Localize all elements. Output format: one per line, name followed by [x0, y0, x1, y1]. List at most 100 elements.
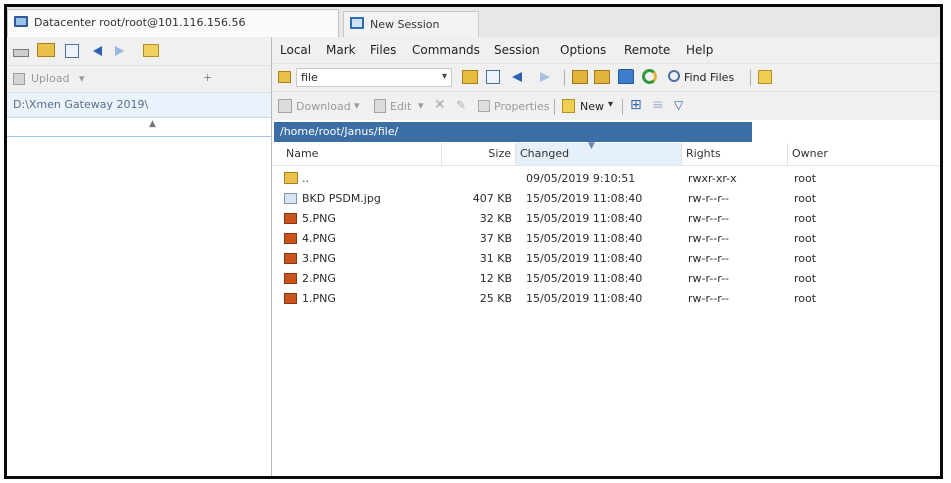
- new-button[interactable]: New: [580, 100, 604, 113]
- forward-arrow-icon[interactable]: [115, 46, 124, 56]
- main-menu-bar: Local Mark Files Commands Session Option…: [272, 37, 940, 63]
- download-icon: [278, 99, 292, 113]
- download-dropdown-icon[interactable]: ▾: [354, 99, 360, 112]
- remote-toolbar: file ▾ Find Files: [272, 63, 940, 92]
- menu-commands[interactable]: Commands: [412, 43, 480, 57]
- remote-path: /home/root/Janus/file/: [280, 125, 399, 138]
- menu-files[interactable]: Files: [370, 43, 396, 57]
- select-files-icon[interactable]: ⊞: [630, 97, 642, 113]
- file-changed: 15/05/2019 11:08:40: [526, 252, 643, 265]
- toolbar-separator: [554, 99, 555, 115]
- local-action-bar: Upload ▾ +: [7, 66, 271, 93]
- png-file-icon: [284, 213, 297, 224]
- open-directory-icon[interactable]: [462, 70, 478, 84]
- remote-folder-icon: [278, 71, 291, 83]
- file-rights: rwxr-xr-x: [688, 172, 737, 185]
- file-owner: root: [794, 232, 817, 245]
- remote-filter-icon[interactable]: [486, 70, 500, 84]
- home-icon[interactable]: [618, 69, 634, 84]
- delete-icon[interactable]: ✕: [434, 97, 446, 113]
- upload-button[interactable]: Upload: [31, 72, 70, 85]
- local-toolbar: [7, 37, 271, 66]
- column-owner[interactable]: Owner: [788, 143, 940, 165]
- menu-help[interactable]: Help: [686, 43, 713, 57]
- unselect-files-icon[interactable]: ≡: [652, 97, 664, 113]
- file-owner: root: [794, 192, 817, 205]
- file-changed: 15/05/2019 11:08:40: [526, 212, 643, 225]
- remote-back-icon[interactable]: [512, 72, 522, 82]
- drive-icon[interactable]: [13, 49, 29, 57]
- column-changed[interactable]: Changed ▼: [516, 141, 682, 165]
- download-button[interactable]: Download: [296, 100, 351, 113]
- open-folder-icon[interactable]: [37, 43, 55, 57]
- edit-button[interactable]: Edit: [390, 100, 411, 113]
- file-owner: root: [794, 272, 817, 285]
- menu-remote[interactable]: Remote: [624, 43, 670, 57]
- upload-dropdown-icon[interactable]: ▾: [79, 72, 85, 85]
- parent-folder-icon: [284, 172, 298, 184]
- parent-directory-icon[interactable]: [572, 70, 588, 84]
- back-arrow-icon[interactable]: [93, 46, 102, 56]
- new-session-label: New Session: [370, 18, 440, 31]
- file-row[interactable]: 5.PNG 32 KB 15/05/2019 11:08:40 rw-r--r-…: [272, 209, 940, 229]
- column-name[interactable]: Name: [282, 143, 442, 165]
- file-size: 12 KB: [479, 272, 512, 285]
- file-size: 407 KB: [472, 192, 512, 205]
- menu-mark[interactable]: Mark: [326, 43, 356, 57]
- file-name: 1.PNG: [302, 292, 336, 305]
- local-path-bar: D:\Xmen Gateway 2019\: [7, 93, 271, 118]
- file-row[interactable]: 2.PNG 12 KB 15/05/2019 11:08:40 rw-r--r-…: [272, 269, 940, 289]
- remote-forward-icon[interactable]: [540, 72, 550, 82]
- toolbar-separator: [750, 70, 751, 86]
- new-session-icon: [350, 17, 364, 29]
- file-size: 25 KB: [479, 292, 512, 305]
- column-size-label: Size: [488, 147, 511, 160]
- file-row-parent[interactable]: .. 09/05/2019 9:10:51 rwxr-xr-x root: [272, 169, 940, 189]
- file-rights: rw-r--r--: [688, 272, 730, 285]
- file-size: 32 KB: [479, 212, 512, 225]
- png-file-icon: [284, 293, 297, 304]
- remote-folder-select[interactable]: file ▾: [296, 68, 452, 87]
- file-size: [442, 169, 512, 189]
- file-name: BKD PSDM.jpg: [302, 192, 381, 205]
- filter-icon[interactable]: [65, 44, 79, 58]
- local-new-folder-icon[interactable]: +: [203, 71, 212, 84]
- edit-dropdown-icon[interactable]: ▾: [418, 99, 424, 112]
- session-tab-label: Datacenter root/root@101.116.156.56: [34, 16, 246, 29]
- file-row[interactable]: 1.PNG 25 KB 15/05/2019 11:08:40 rw-r--r-…: [272, 289, 940, 309]
- local-file-list[interactable]: [7, 137, 271, 476]
- new-dropdown-icon[interactable]: ▾: [608, 99, 613, 110]
- file-size: 37 KB: [479, 232, 512, 245]
- file-row[interactable]: BKD PSDM.jpg 407 KB 15/05/2019 11:08:40 …: [272, 189, 940, 209]
- keep-remote-up-to-date-icon[interactable]: [758, 70, 772, 84]
- refresh-icon[interactable]: [642, 69, 657, 84]
- monitor-icon: [14, 16, 28, 27]
- properties-button[interactable]: Properties: [494, 100, 550, 113]
- file-rights: rw-r--r--: [688, 212, 730, 225]
- menu-local[interactable]: Local: [280, 43, 311, 57]
- file-row[interactable]: 3.PNG 31 KB 15/05/2019 11:08:40 rw-r--r-…: [272, 249, 940, 269]
- rename-icon[interactable]: ✎: [456, 98, 466, 112]
- chevron-down-icon: ▾: [441, 71, 447, 82]
- file-row[interactable]: 4.PNG 37 KB 15/05/2019 11:08:40 rw-r--r-…: [272, 229, 940, 249]
- column-rights[interactable]: Rights: [682, 143, 788, 165]
- root-directory-icon[interactable]: [594, 70, 610, 84]
- file-size: 31 KB: [479, 252, 512, 265]
- local-column-header[interactable]: ▲: [7, 118, 271, 137]
- file-rights: rw-r--r--: [688, 252, 730, 265]
- file-changed: 15/05/2019 11:08:40: [526, 272, 643, 285]
- remote-folder-select-value: file: [301, 71, 318, 84]
- menu-session[interactable]: Session: [494, 43, 540, 57]
- toolbar-separator: [622, 99, 623, 115]
- column-size[interactable]: Size: [442, 143, 516, 165]
- session-tab-datacenter[interactable]: Datacenter root/root@101.116.156.56: [7, 9, 339, 37]
- menu-options[interactable]: Options: [560, 43, 606, 57]
- column-changed-label: Changed: [520, 147, 570, 160]
- find-files-button[interactable]: Find Files: [684, 71, 734, 84]
- file-rights: rw-r--r--: [688, 232, 730, 245]
- file-changed: 15/05/2019 11:08:40: [526, 192, 643, 205]
- local-folder-icon[interactable]: [143, 44, 159, 57]
- filter-files-icon[interactable]: ▽: [674, 98, 683, 112]
- upload-icon: [13, 73, 25, 85]
- new-session-tab[interactable]: New Session: [343, 11, 479, 37]
